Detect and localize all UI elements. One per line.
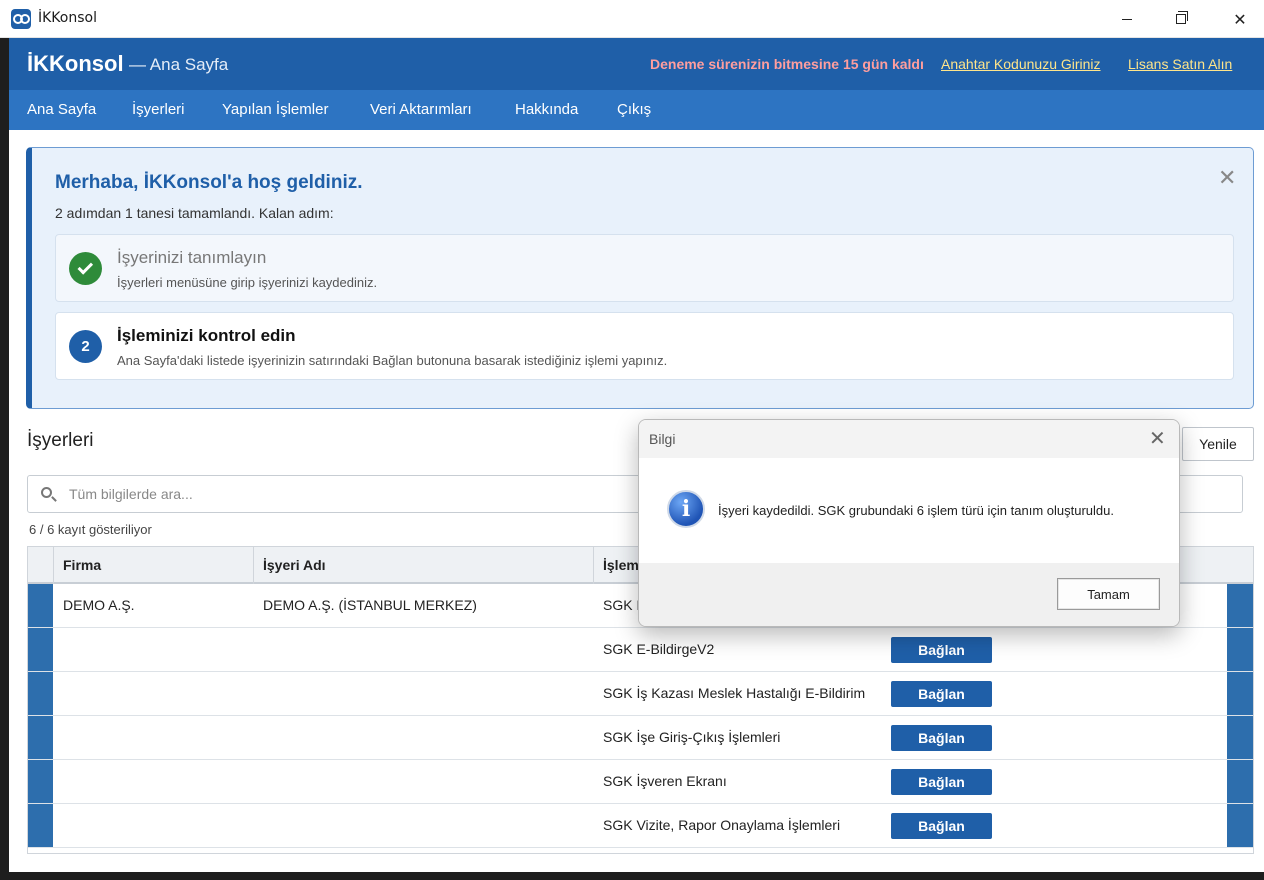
nav-item-workplaces[interactable]: İşyerleri bbox=[132, 101, 185, 118]
cell-islem: SGK İşveren Ekranı bbox=[603, 773, 727, 789]
ok-button[interactable]: Tamam bbox=[1057, 578, 1160, 610]
dialog-footer: Tamam bbox=[639, 563, 1179, 626]
dialog-title-bar: Bilgi ✕ bbox=[639, 420, 1179, 458]
close-icon[interactable]: ✕ bbox=[1218, 168, 1236, 190]
step-description: Ana Sayfa'daki listede işyerinizin satır… bbox=[117, 353, 668, 368]
cell-isyeri: DEMO A.Ş. (İSTANBUL MERKEZ) bbox=[263, 597, 477, 613]
main-nav: Ana Sayfa İşyerleri Yapılan İşlemler Ver… bbox=[9, 90, 1264, 130]
row-selector[interactable] bbox=[28, 760, 53, 803]
column-header-firma[interactable]: Firma bbox=[53, 547, 253, 584]
restore-icon bbox=[1176, 11, 1188, 24]
record-count: 6 / 6 kayıt gösteriliyor bbox=[29, 522, 152, 537]
nav-item-exit[interactable]: Çıkış bbox=[617, 101, 651, 118]
row-edge bbox=[1227, 672, 1253, 715]
app-logo-icon bbox=[11, 9, 31, 29]
title-bar: İKKonsol ✕ bbox=[0, 0, 1264, 38]
welcome-card: Merhaba, İKKonsol'a hoş geldiniz. 2 adım… bbox=[26, 147, 1254, 409]
table-row[interactable]: SGK İş Kazası Meslek Hastalığı E-Bildiri… bbox=[28, 672, 1253, 716]
row-edge bbox=[1227, 760, 1253, 803]
nav-item-home[interactable]: Ana Sayfa bbox=[27, 101, 96, 118]
connect-button[interactable]: Bağlan bbox=[891, 637, 992, 663]
dialog-body: i İşyeri kaydedildi. SGK grubundaki 6 iş… bbox=[639, 458, 1179, 563]
column-header-isyeri[interactable]: İşyeri Adı bbox=[253, 547, 593, 584]
table-row[interactable]: SGK Vizite, Rapor Onaylama İşlemleri Bağ… bbox=[28, 804, 1253, 848]
welcome-progress-text: 2 adımdan 1 tanesi tamamlandı. Kalan adı… bbox=[55, 205, 334, 221]
trial-notice: Deneme sürenizin bitmesine 15 gün kaldı bbox=[650, 56, 924, 72]
cell-islem: SGK Vizite, Rapor Onaylama İşlemleri bbox=[603, 817, 841, 833]
close-icon[interactable]: ✕ bbox=[1149, 426, 1166, 450]
dialog-message: İşyeri kaydedildi. SGK grubundaki 6 işle… bbox=[718, 503, 1114, 518]
onboarding-step-1: İşyerinizi tanımlayın İşyerleri menüsüne… bbox=[55, 234, 1234, 302]
connect-button[interactable]: Bağlan bbox=[891, 681, 992, 707]
onboarding-step-2: 2 İşleminizi kontrol edin Ana Sayfa'daki… bbox=[55, 312, 1234, 380]
search-placeholder: Tüm bilgilerde ara... bbox=[69, 486, 193, 502]
row-selector[interactable] bbox=[28, 672, 53, 715]
step-title: İşyerinizi tanımlayın bbox=[117, 248, 267, 267]
minimize-icon bbox=[1122, 18, 1132, 20]
welcome-title: Merhaba, İKKonsol'a hoş geldiniz. bbox=[55, 172, 363, 193]
buy-license-link[interactable]: Lisans Satın Alın bbox=[1128, 56, 1232, 72]
minimize-button[interactable] bbox=[1104, 0, 1150, 38]
cell-firma: DEMO A.Ş. bbox=[63, 597, 135, 613]
maximize-button[interactable] bbox=[1158, 0, 1204, 38]
check-icon bbox=[69, 252, 102, 285]
row-edge bbox=[1227, 716, 1253, 759]
row-selector[interactable] bbox=[28, 804, 53, 847]
search-icon bbox=[41, 487, 52, 498]
info-dialog: Bilgi ✕ i İşyeri kaydedildi. SGK grubund… bbox=[638, 419, 1180, 627]
close-window-button[interactable]: ✕ bbox=[1217, 0, 1263, 38]
info-icon: i bbox=[667, 490, 705, 528]
taskbar-edge bbox=[0, 872, 1264, 880]
brand-name: İKKonsol bbox=[27, 51, 124, 76]
app-window: İKKonsol ✕ İKKonsol — Ana Sayfa Deneme s… bbox=[0, 0, 1264, 872]
row-selector[interactable] bbox=[28, 716, 53, 759]
refresh-button[interactable]: Yenile bbox=[1182, 427, 1254, 461]
section-title: İşyerleri bbox=[27, 430, 94, 451]
row-selector[interactable] bbox=[28, 584, 53, 627]
enter-key-link[interactable]: Anahtar Kodunuzu Giriniz bbox=[941, 56, 1101, 72]
close-icon: ✕ bbox=[1233, 9, 1247, 29]
page-subtitle: — Ana Sayfa bbox=[129, 55, 229, 74]
cell-islem: SGK İşe Giriş-Çıkış İşlemleri bbox=[603, 729, 781, 745]
table-row[interactable]: SGK E-BildirgeV2 Bağlan bbox=[28, 628, 1253, 672]
cell-islem: SGK E-BildirgeV2 bbox=[603, 641, 715, 657]
row-edge bbox=[1227, 584, 1253, 627]
connect-button[interactable]: Bağlan bbox=[891, 725, 992, 751]
row-edge bbox=[1227, 804, 1253, 847]
step-description: İşyerleri menüsüne girip işyerinizi kayd… bbox=[117, 275, 378, 290]
step-title: İşleminizi kontrol edin bbox=[117, 326, 296, 345]
table-row[interactable]: SGK İşe Giriş-Çıkış İşlemleri Bağlan bbox=[28, 716, 1253, 760]
app-header: İKKonsol — Ana Sayfa Deneme sürenizin bi… bbox=[9, 38, 1264, 90]
step-number-badge: 2 bbox=[69, 330, 102, 363]
row-selector[interactable] bbox=[28, 628, 53, 671]
connect-button[interactable]: Bağlan bbox=[891, 813, 992, 839]
dialog-title: Bilgi bbox=[649, 431, 676, 447]
row-edge bbox=[1227, 628, 1253, 671]
nav-item-operations[interactable]: Yapılan İşlemler bbox=[222, 101, 328, 118]
left-edge bbox=[0, 38, 9, 872]
window-title: İKKonsol bbox=[38, 10, 97, 26]
cell-islem: SGK İş Kazası Meslek Hastalığı E-Bildiri… bbox=[603, 685, 866, 701]
connect-button[interactable]: Bağlan bbox=[891, 769, 992, 795]
nav-item-data-transfers[interactable]: Veri Aktarımları bbox=[370, 101, 472, 118]
table-row[interactable]: SGK İşveren Ekranı Bağlan bbox=[28, 760, 1253, 804]
nav-item-about[interactable]: Hakkında bbox=[515, 101, 578, 118]
